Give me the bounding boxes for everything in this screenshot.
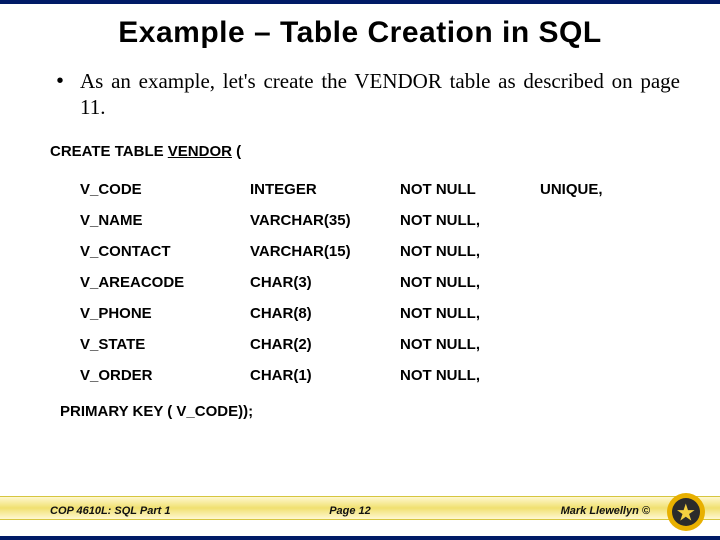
col-name: V_AREACODE — [74, 267, 244, 298]
col-name: V_CODE — [74, 174, 244, 205]
table-row: V_CODE INTEGER NOT NULL UNIQUE, — [74, 174, 663, 205]
col-name: V_PHONE — [74, 298, 244, 329]
col-extra — [534, 298, 663, 329]
table-row: V_ORDER CHAR(1) NOT NULL, — [74, 360, 663, 391]
col-name: V_CONTACT — [74, 236, 244, 267]
col-extra — [534, 236, 663, 267]
col-constraint: NOT NULL, — [394, 267, 534, 298]
body-text: As an example, let's create the VENDOR t… — [80, 68, 680, 121]
slide: Example – Table Creation in SQL • As an … — [0, 0, 720, 540]
footer-center: Page 12 — [250, 505, 450, 517]
create-prefix: CREATE TABLE — [50, 143, 168, 160]
create-suffix: ( — [232, 143, 241, 160]
col-constraint: NOT NULL, — [394, 205, 534, 236]
col-constraint: NOT NULL — [394, 174, 534, 205]
col-type: CHAR(1) — [244, 360, 394, 391]
create-table-name: VENDOR — [168, 143, 232, 160]
col-type: INTEGER — [244, 174, 394, 205]
footer-bar: COP 4610L: SQL Part 1 Page 12 Mark Llewe… — [0, 490, 720, 532]
col-type: VARCHAR(15) — [244, 236, 394, 267]
col-name: V_STATE — [74, 329, 244, 360]
table-row: V_CONTACT VARCHAR(15) NOT NULL, — [74, 236, 663, 267]
column-table: V_CODE INTEGER NOT NULL UNIQUE, V_NAME V… — [74, 174, 663, 391]
col-constraint: NOT NULL, — [394, 360, 534, 391]
body-bullet-row: • As an example, let's create the VENDOR… — [40, 68, 680, 121]
col-constraint: NOT NULL, — [394, 236, 534, 267]
col-extra — [534, 329, 663, 360]
col-name: V_ORDER — [74, 360, 244, 391]
col-type: VARCHAR(35) — [244, 205, 394, 236]
primary-key-line: PRIMARY KEY ( V_CODE)); — [60, 403, 680, 420]
table-row: V_STATE CHAR(2) NOT NULL, — [74, 329, 663, 360]
slide-title: Example – Table Creation in SQL — [40, 16, 680, 50]
table-row: V_AREACODE CHAR(3) NOT NULL, — [74, 267, 663, 298]
col-type: CHAR(8) — [244, 298, 394, 329]
footer-left: COP 4610L: SQL Part 1 — [50, 505, 250, 517]
col-constraint: NOT NULL, — [394, 329, 534, 360]
col-type: CHAR(3) — [244, 267, 394, 298]
table-row: V_NAME VARCHAR(35) NOT NULL, — [74, 205, 663, 236]
col-extra — [534, 267, 663, 298]
col-type: CHAR(2) — [244, 329, 394, 360]
col-extra — [534, 360, 663, 391]
footer-right: Mark Llewellyn © — [450, 505, 700, 517]
create-table-line: CREATE TABLE VENDOR ( — [50, 143, 680, 160]
col-name: V_NAME — [74, 205, 244, 236]
bullet-glyph: • — [40, 68, 80, 94]
col-extra — [534, 205, 663, 236]
col-extra: UNIQUE, — [534, 174, 663, 205]
col-constraint: NOT NULL, — [394, 298, 534, 329]
ucf-logo-icon — [666, 492, 706, 532]
table-row: V_PHONE CHAR(8) NOT NULL, — [74, 298, 663, 329]
